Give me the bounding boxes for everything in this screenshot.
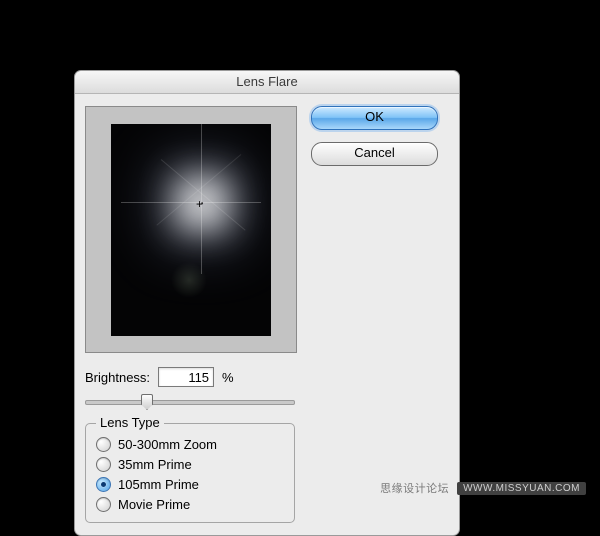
brightness-suffix: % xyxy=(222,370,234,385)
lens-type-group: Lens Type 50-300mm Zoom35mm Prime105mm P… xyxy=(85,423,295,523)
lens-option[interactable]: 35mm Prime xyxy=(96,454,284,474)
lens-option-label: Movie Prime xyxy=(118,497,190,512)
brightness-label: Brightness: xyxy=(85,370,150,385)
preview-frame: + xyxy=(85,106,297,353)
dialog-title: Lens Flare xyxy=(75,71,459,94)
lens-option[interactable]: 50-300mm Zoom xyxy=(96,434,284,454)
lens-option[interactable]: Movie Prime xyxy=(96,494,284,514)
slider-thumb[interactable] xyxy=(141,394,153,410)
preview-canvas[interactable]: + xyxy=(111,124,271,336)
left-column: + Brightness: % Lens Type 50-300mm Zoom 3… xyxy=(85,106,297,523)
flare-streak xyxy=(121,202,261,203)
right-column: OK Cancel xyxy=(311,106,449,523)
flare-ghost xyxy=(171,262,207,298)
watermark: 思缘设计论坛 WWW.MISSYUAN.COM xyxy=(380,480,586,496)
lens-type-title: Lens Type xyxy=(96,415,164,430)
lens-option-label: 35mm Prime xyxy=(118,457,192,472)
flare-streak xyxy=(156,154,241,225)
radio-icon[interactable] xyxy=(96,497,111,512)
dialog-content: + Brightness: % Lens Type 50-300mm Zoom 3… xyxy=(75,94,459,535)
watermark-text: 思缘设计论坛 xyxy=(380,480,449,496)
lens-flare-dialog: Lens Flare + Brightness: % xyxy=(74,70,460,536)
radio-icon[interactable] xyxy=(96,477,111,492)
lens-option-label: 105mm Prime xyxy=(118,477,199,492)
flare-streak xyxy=(161,159,246,230)
radio-icon[interactable] xyxy=(96,457,111,472)
brightness-slider[interactable] xyxy=(85,393,295,409)
cancel-button[interactable]: Cancel xyxy=(311,142,438,166)
flare-center-crosshair[interactable]: + xyxy=(196,198,203,210)
radio-icon[interactable] xyxy=(96,437,111,452)
watermark-url: WWW.MISSYUAN.COM xyxy=(457,482,586,495)
brightness-row: Brightness: % xyxy=(85,367,297,387)
brightness-input[interactable] xyxy=(158,367,214,387)
ok-button[interactable]: OK xyxy=(311,106,438,130)
slider-track xyxy=(85,400,295,405)
lens-option[interactable]: 105mm Prime xyxy=(96,474,284,494)
lens-option-label: 50-300mm Zoom xyxy=(118,437,217,452)
